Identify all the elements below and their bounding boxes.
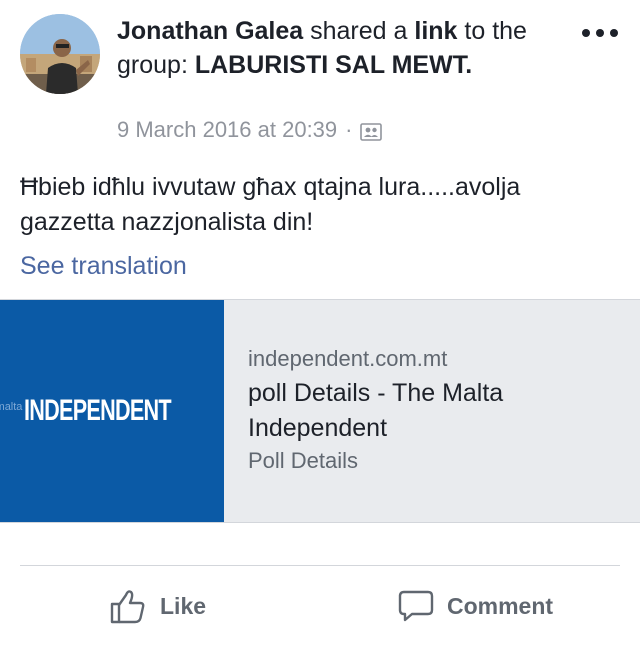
avatar-photo-icon xyxy=(20,14,100,94)
author-name[interactable]: Jonathan Galea xyxy=(117,17,303,45)
thumbnail-prefix: malta xyxy=(0,401,23,413)
like-button[interactable]: Like xyxy=(108,566,206,646)
comment-label: Comment xyxy=(447,592,554,619)
post-timestamp[interactable]: 9 March 2016 at 20:39 xyxy=(117,117,337,143)
thumbs-up-icon xyxy=(110,590,145,624)
group-name[interactable]: LABURISTI SAL MEWT. xyxy=(195,51,472,79)
link-thumbnail: malta INDEPENDENT xyxy=(0,300,224,522)
post-header-text: Jonathan Galea shared a link to the grou… xyxy=(117,14,557,82)
link-word[interactable]: link xyxy=(414,17,457,45)
post-header: Jonathan Galea shared a link to the grou… xyxy=(0,0,640,150)
group-icon xyxy=(360,121,383,141)
more-options-icon[interactable] xyxy=(582,26,618,40)
author-avatar[interactable] xyxy=(20,14,100,94)
like-label: Like xyxy=(160,592,207,619)
post-meta: 9 March 2016 at 20:39 · xyxy=(117,117,383,143)
action-bar: Like Comment xyxy=(0,566,640,646)
link-domain: independent.com.mt xyxy=(248,346,448,371)
link-title[interactable]: poll Details - The Malta Independent xyxy=(248,376,618,446)
link-description: Poll Details xyxy=(248,448,359,473)
thumbnail-brand: INDEPENDENT xyxy=(24,394,172,427)
comment-button[interactable]: Comment xyxy=(397,566,553,646)
see-translation-link[interactable]: See translation xyxy=(20,252,187,281)
link-preview-card[interactable]: malta INDEPENDENT independent.com.mt pol… xyxy=(0,299,640,523)
post-message: Ħbieb idħlu ivvutaw għax qtajna lura....… xyxy=(20,173,521,236)
comment-bubble-icon xyxy=(398,590,434,622)
link-info: independent.com.mt poll Details - The Ma… xyxy=(248,344,618,476)
shared-text: shared a xyxy=(310,17,408,45)
meta-separator: · xyxy=(345,117,353,142)
